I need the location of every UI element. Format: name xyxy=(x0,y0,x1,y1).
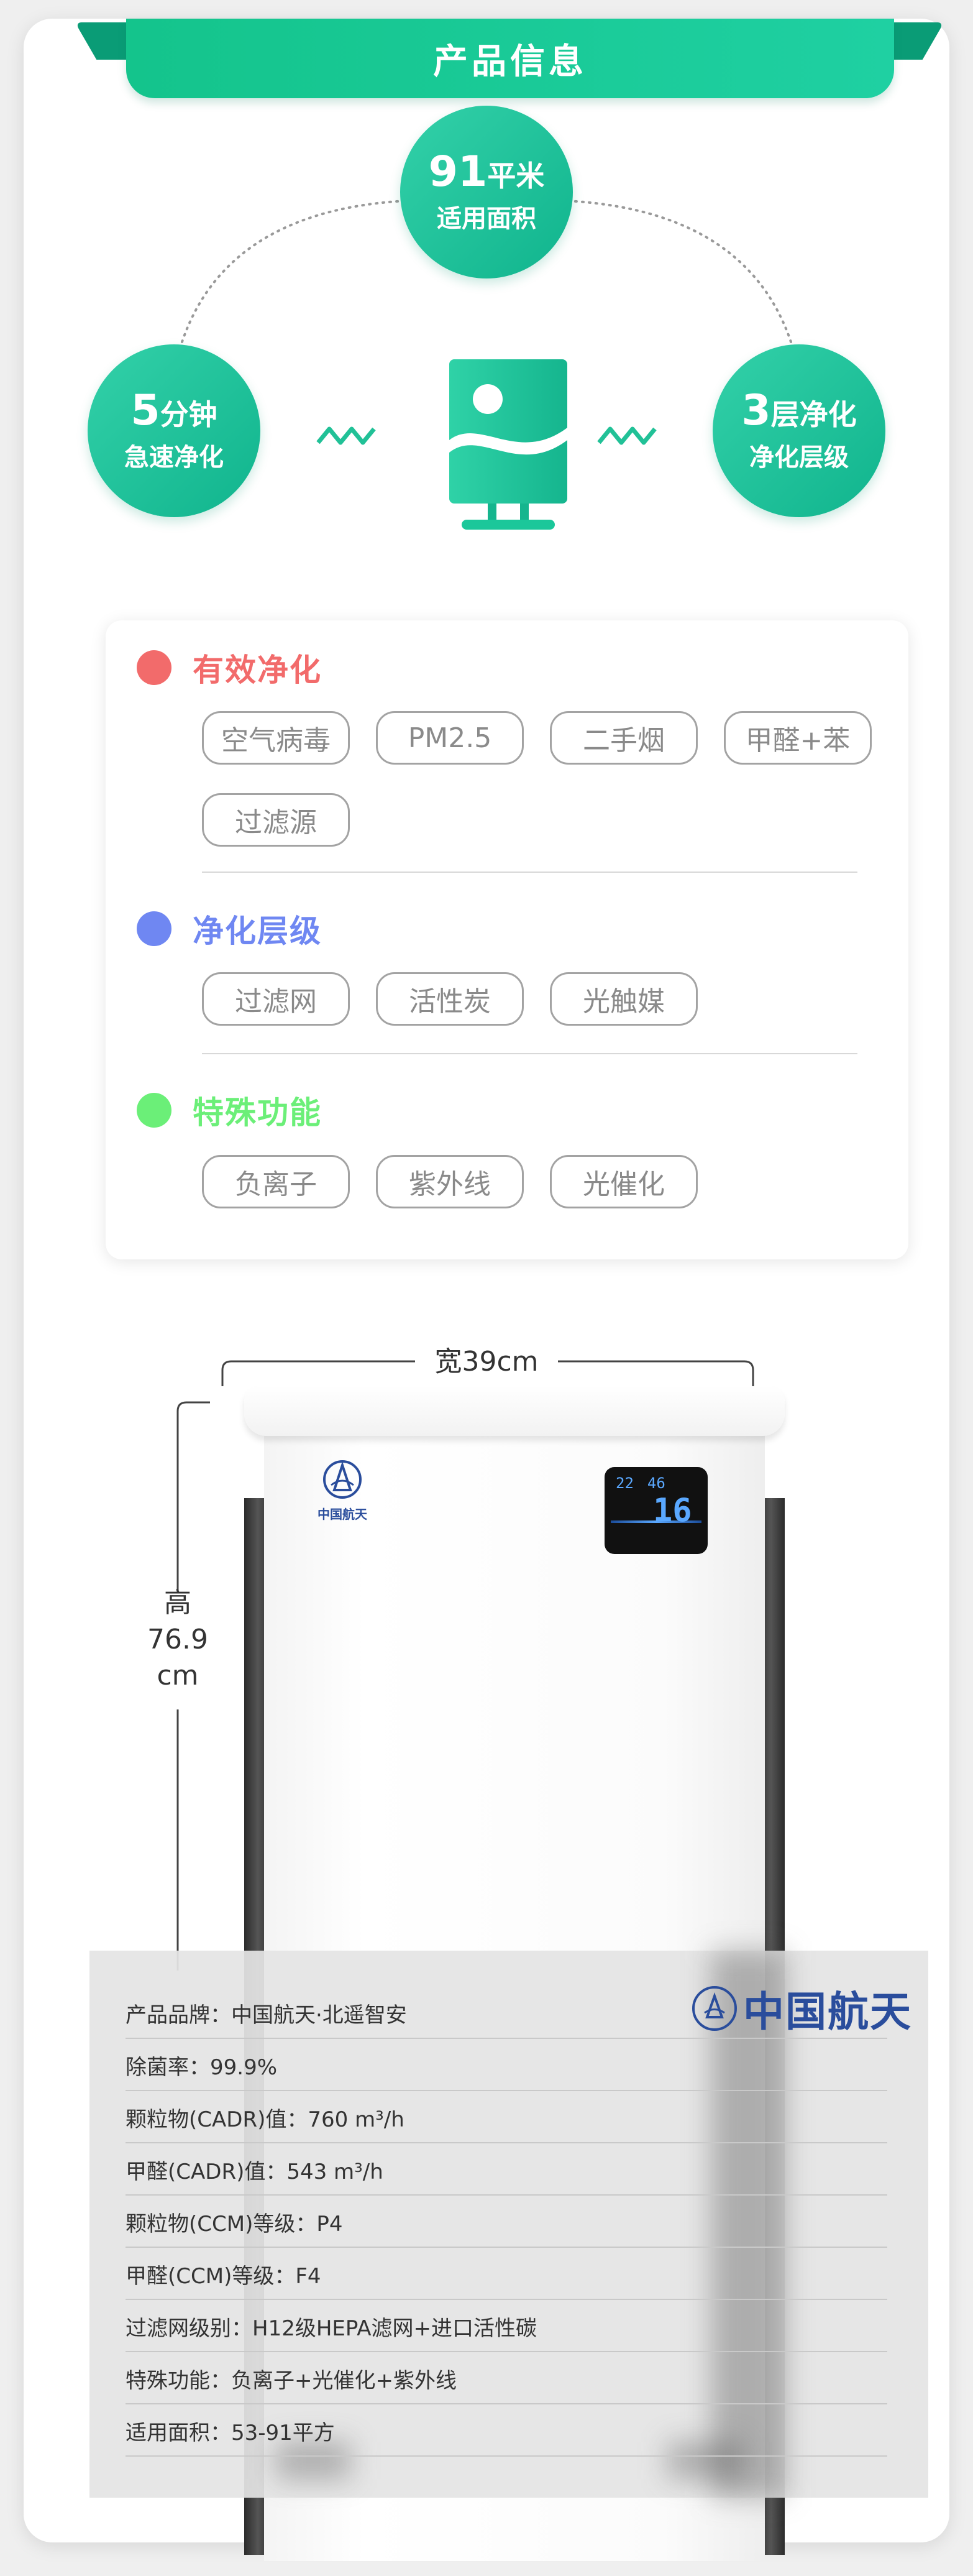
display-temp: 22 xyxy=(616,1474,634,1492)
category-special: 特殊功能 xyxy=(137,1088,322,1133)
tag: 二手烟 xyxy=(550,711,698,765)
display-humidity: 46 xyxy=(647,1474,665,1492)
spec-row: 颗粒物(CCM)等级：P4 xyxy=(126,2196,887,2248)
tag: 空气病毒 xyxy=(202,711,350,765)
highlight-speed: 5分钟 急速净化 xyxy=(88,344,260,517)
spec-row: 适用面积：53-91平方 xyxy=(126,2404,887,2457)
spec-row: 甲醛(CCM)等级：F4 xyxy=(126,2248,887,2300)
spec-row: 产品品牌：中国航天·北遥智安 xyxy=(126,1987,887,2039)
divider xyxy=(202,1053,857,1054)
tag: 过滤源 xyxy=(202,793,350,847)
category-layers: 净化层级 xyxy=(137,906,322,951)
casc-logo-icon xyxy=(323,1460,362,1499)
page: 产品信息 91平米 适用面积 5分钟 急速净化 3层净化 净化层级 有效净化 空… xyxy=(0,0,973,2576)
highlight-layers-value: 3 xyxy=(741,386,771,436)
highlight-layers: 3层净化 净化层级 xyxy=(713,344,885,517)
height-label-line: 76.9 xyxy=(147,1623,208,1655)
highlight-layers-label: 净化层级 xyxy=(749,443,849,472)
height-label-line: cm xyxy=(157,1660,199,1692)
highlight-speed-value: 5 xyxy=(130,386,160,436)
spec-row: 过滤网级别：H12级HEPA滤网+进口活性碳 xyxy=(126,2300,887,2352)
spec-row: 特殊功能：负离子+光催化+紫外线 xyxy=(126,2352,887,2404)
highlight-area-value: 91 xyxy=(428,147,488,197)
category-name: 净化层级 xyxy=(193,913,322,949)
tag: 紫外线 xyxy=(376,1155,524,1208)
highlight-area-label: 适用面积 xyxy=(437,204,536,233)
highlight-area-unit: 平米 xyxy=(487,159,545,193)
tag: 活性炭 xyxy=(376,972,524,1026)
category-effective: 有效净化 xyxy=(137,645,322,690)
highlight-area: 91平米 适用面积 xyxy=(400,106,573,278)
spec-panel: 中国航天 产品品牌：中国航天·北遥智安 除菌率：99.9% 颗粒物(CADR)值… xyxy=(89,1951,928,2498)
wave-icon xyxy=(316,426,376,445)
tag: 甲醛+苯 xyxy=(724,711,872,765)
height-label-line: 高 xyxy=(164,1587,191,1619)
category-dot xyxy=(137,650,171,685)
tag: 负离子 xyxy=(202,1155,350,1208)
content-card: 产品信息 91平米 适用面积 5分钟 急速净化 3层净化 净化层级 有效净化 空… xyxy=(24,19,949,2561)
display-top-row: 22 46 xyxy=(616,1474,679,1492)
features-panel: 有效净化 空气病毒 PM2.5 二手烟 甲醛+苯 过滤源 净化层级 过滤网 活性… xyxy=(106,620,908,1259)
category-name: 有效净化 xyxy=(193,652,322,688)
tag: 光触媒 xyxy=(550,972,698,1026)
category-dot xyxy=(137,911,171,946)
highlight-speed-label: 急速净化 xyxy=(124,443,224,472)
device-logo: 中国航天 xyxy=(317,1458,367,1526)
width-label: 宽39cm xyxy=(434,1346,539,1378)
spec-row: 甲醛(CADR)值：543 m³/h xyxy=(126,2143,887,2196)
highlight-speed-unit: 分钟 xyxy=(160,398,217,432)
tag: 光催化 xyxy=(550,1155,698,1208)
tag: 过滤网 xyxy=(202,972,350,1026)
device-logo-text: 中国航天 xyxy=(317,1507,367,1522)
device-top-cap xyxy=(244,1386,785,1436)
wave-icon xyxy=(597,426,657,445)
air-purifier-icon xyxy=(449,359,567,530)
category-dot xyxy=(137,1093,171,1128)
spec-row: 颗粒物(CADR)值：760 m³/h xyxy=(126,2091,887,2143)
height-label: 高 76.9 cm xyxy=(135,1585,220,1695)
device-display: 22 46 16 xyxy=(605,1467,708,1554)
spec-row: 除菌率：99.9% xyxy=(126,2039,887,2091)
divider xyxy=(202,872,857,873)
category-name: 特殊功能 xyxy=(193,1095,322,1131)
display-main-value: 16 xyxy=(653,1492,692,1529)
tag: PM2.5 xyxy=(376,711,524,765)
highlight-layers-unit: 层净化 xyxy=(770,398,857,432)
